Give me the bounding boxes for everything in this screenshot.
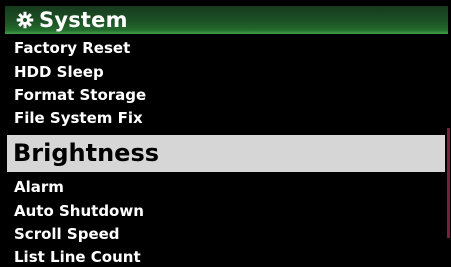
menu-item-hdd-sleep[interactable]: HDD Sleep [7,61,445,84]
menu-item-scroll-speed[interactable]: Scroll Speed [7,223,445,246]
menu-header: System [5,6,448,34]
settings-menu-list: Factory Reset HDD Sleep Format Storage F… [7,36,447,267]
menu-item-brightness[interactable]: Brightness [7,135,445,172]
menu-item-alarm[interactable]: Alarm [7,176,445,199]
page-title: System [39,8,128,32]
gear-icon [14,9,36,31]
menu-scrollbar[interactable] [447,128,450,238]
menu-item-auto-shutdown[interactable]: Auto Shutdown [7,200,445,223]
menu-item-file-system-fix[interactable]: File System Fix [7,107,445,130]
device-screen: System Factory Reset HDD Sleep Format St… [0,0,451,267]
menu-item-list-line-count[interactable]: List Line Count [7,246,445,267]
menu-item-format-storage[interactable]: Format Storage [7,84,445,107]
menu-item-factory-reset[interactable]: Factory Reset [7,37,445,60]
